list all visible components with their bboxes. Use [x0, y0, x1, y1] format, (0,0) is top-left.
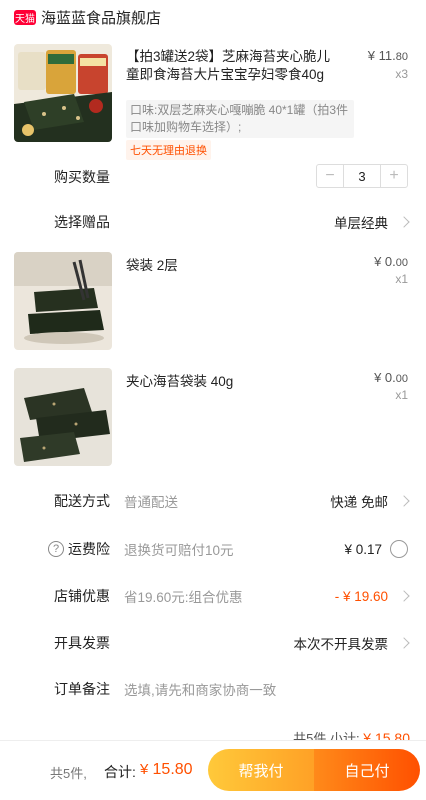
- chevron-right-icon[interactable]: [398, 590, 410, 602]
- shop-discount-row[interactable]: 店铺优惠 省19.60元:组合优惠 - ¥ 19.60: [0, 581, 426, 611]
- gift-select-row[interactable]: 选择赠品 单层经典: [0, 207, 426, 237]
- shop-header[interactable]: 天猫 海蓝蓝食品旗舰店: [0, 0, 426, 34]
- product-price: ¥ 11.80: [367, 48, 408, 63]
- purchase-quantity-label: 购买数量: [54, 169, 110, 185]
- order-remark-label: 订单备注: [54, 681, 110, 697]
- gift-quantity: x1: [395, 272, 408, 286]
- order-remark-row[interactable]: 订单备注 选填,请先和商家协商一致: [0, 674, 426, 704]
- total-label: 合计:: [104, 764, 136, 780]
- gift-name[interactable]: 夹心海苔袋装 40g: [126, 370, 233, 390]
- return-policy-badge: 七天无理由退换: [126, 140, 211, 160]
- checkout-bar: 共5件, 合计: ¥ 15.80 帮我付 自己付: [0, 740, 426, 800]
- shop-discount-desc: 省19.60元:组合优惠: [124, 590, 243, 605]
- shipping-insurance-price: ¥ 0.17: [344, 541, 382, 557]
- gift-select-label: 选择赠品: [54, 214, 110, 230]
- delivery-row[interactable]: 配送方式 普通配送 快递 免邮: [0, 486, 426, 516]
- delivery-value[interactable]: 快递 免邮: [330, 491, 388, 511]
- product-title[interactable]: 【拍3罐送2袋】芝麻海苔夹心脆儿童即食海苔大片宝宝孕妇零食40g: [126, 48, 336, 84]
- invoice-value[interactable]: 本次不开具发票: [294, 633, 389, 653]
- product-quantity: x3: [395, 67, 408, 81]
- shipping-insurance-label: 运费险: [68, 541, 110, 557]
- shop-discount-value[interactable]: - ¥ 19.60: [335, 589, 388, 604]
- pay-myself-button[interactable]: 自己付: [314, 749, 420, 791]
- total-count: 共5件,: [50, 766, 87, 781]
- product-sku: 口味:双层芝麻夹心嘎嘣脆 40*1罐（拍3件口味加购物车选择）;: [126, 100, 354, 138]
- invoice-label: 开具发票: [54, 635, 110, 651]
- gift-item[interactable]: 夹心海苔袋装 40g ¥ 0.00 x1: [0, 368, 426, 466]
- purchase-quantity-row: 购买数量 − 3 +: [0, 162, 426, 192]
- chevron-right-icon[interactable]: [398, 637, 410, 649]
- gift-image[interactable]: [14, 368, 112, 466]
- shipping-insurance-row: ? 运费险 退换货可赔付10元 ¥ 0.17: [0, 534, 426, 564]
- shipping-insurance-radio[interactable]: [390, 540, 408, 558]
- help-icon[interactable]: ?: [48, 541, 64, 557]
- pay-buttons: 帮我付 自己付: [208, 749, 420, 791]
- chevron-right-icon[interactable]: [398, 216, 410, 228]
- delivery-type: 普通配送: [124, 495, 178, 510]
- tmall-badge-icon: 天猫: [14, 9, 36, 25]
- quantity-value[interactable]: 3: [343, 165, 381, 187]
- total-amount: ¥ 15.80: [140, 761, 193, 778]
- order-remark-input[interactable]: 选填,请先和商家协商一致: [124, 679, 276, 699]
- quantity-stepper[interactable]: − 3 +: [316, 164, 408, 188]
- invoice-row[interactable]: 开具发票 本次不开具发票: [0, 628, 426, 658]
- shipping-insurance-desc: 退换货可赔付10元: [124, 543, 234, 558]
- gift-name[interactable]: 袋装 2层: [126, 254, 178, 274]
- gift-select-value[interactable]: 单层经典: [334, 212, 388, 232]
- pay-for-me-button[interactable]: 帮我付: [208, 749, 314, 791]
- product-item[interactable]: 【拍3罐送2袋】芝麻海苔夹心脆儿童即食海苔大片宝宝孕妇零食40g ¥ 11.80…: [0, 34, 426, 160]
- shop-name[interactable]: 海蓝蓝食品旗舰店: [41, 7, 161, 28]
- delivery-label: 配送方式: [54, 493, 110, 509]
- gift-price: ¥ 0.00: [374, 370, 408, 385]
- gift-price: ¥ 0.00: [374, 254, 408, 269]
- product-image[interactable]: [14, 44, 112, 142]
- chevron-right-icon[interactable]: [398, 495, 410, 507]
- gift-image[interactable]: [14, 252, 112, 350]
- decrease-button[interactable]: −: [317, 165, 343, 187]
- shop-discount-label: 店铺优惠: [54, 588, 110, 604]
- gift-item[interactable]: 袋装 2层 ¥ 0.00 x1: [0, 252, 426, 350]
- increase-button[interactable]: +: [381, 165, 407, 187]
- gift-quantity: x1: [395, 388, 408, 402]
